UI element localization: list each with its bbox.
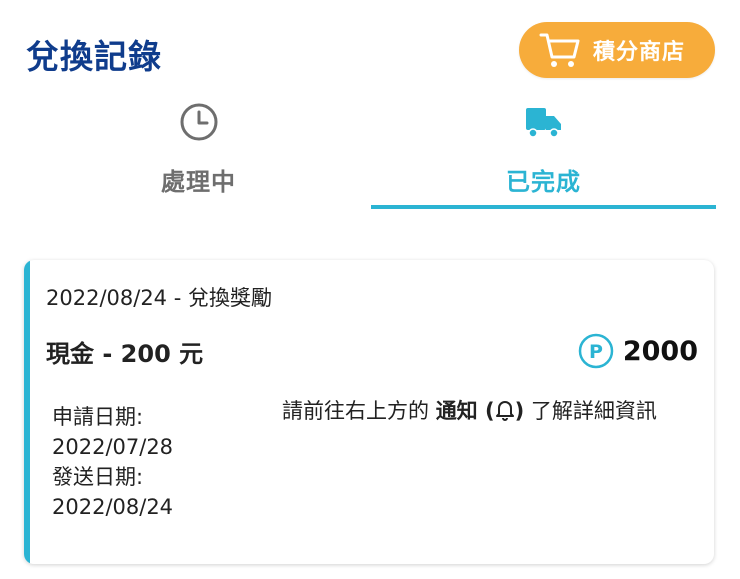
points-cost: P 2000 <box>577 332 698 370</box>
apply-date-label: 申請日期: <box>52 405 144 429</box>
send-date-label: 發送日期: <box>52 465 144 489</box>
notice-suffix: 了解詳細資訊 <box>524 399 657 423</box>
notice-bold-end: ) <box>514 399 525 423</box>
points-value: 2000 <box>622 335 698 367</box>
send-date-value: 2022/08/24 <box>52 495 174 519</box>
record-item-name: 現金 - 200 元 <box>46 340 204 368</box>
clock-icon <box>180 103 217 141</box>
notice-bold: 通知 ( <box>435 399 495 423</box>
points-shop-label: 積分商店 <box>593 40 686 65</box>
record-date-line: 2022/08/24 - 兌換獎勵 <box>46 286 272 310</box>
active-tab-indicator <box>371 205 716 209</box>
points-p-icon: P <box>578 333 614 369</box>
notice-prefix: 請前往右上方的 <box>282 399 436 423</box>
redemption-record-card[interactable]: 2022/08/24 - 兌換獎勵 現金 - 200 元 P 2000 申請日期… <box>24 260 714 564</box>
tab-completed[interactable]: 已完成 <box>371 98 716 210</box>
truck-icon <box>525 108 561 138</box>
page-title: 兌換記錄 <box>26 37 162 76</box>
tab-processing-label: 處理中 <box>161 168 236 196</box>
cart-icon <box>539 33 580 67</box>
card-accent-bar <box>24 260 30 564</box>
tab-processing[interactable]: 處理中 <box>26 98 371 210</box>
tab-completed-label: 已完成 <box>506 168 581 196</box>
points-shop-button[interactable]: 積分商店 <box>519 22 715 78</box>
record-dates: 申請日期: 2022/07/28 發送日期: 2022/08/24 <box>52 402 173 522</box>
bell-icon <box>495 401 514 421</box>
notice-text: 請前往右上方的 通知 ( ) 了解詳細資訊 <box>282 394 702 428</box>
apply-date-value: 2022/07/28 <box>52 435 174 459</box>
svg-text:P: P <box>589 341 603 363</box>
status-tabs: 處理中 已完成 <box>26 98 716 210</box>
